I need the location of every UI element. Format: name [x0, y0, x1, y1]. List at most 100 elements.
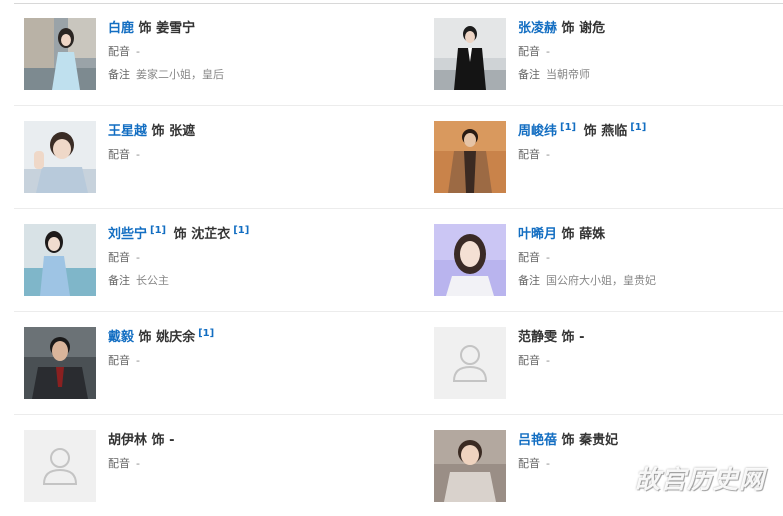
role-name: 燕临 — [601, 124, 628, 139]
dub-label: 配音 — [108, 148, 130, 161]
actor-link[interactable]: 叶晞月 — [518, 227, 557, 242]
note-line: 备注 当朝帝师 — [518, 67, 783, 83]
as-label: 饰 — [583, 124, 597, 139]
row-divider — [14, 414, 783, 415]
actor-photo[interactable] — [24, 224, 96, 296]
dub-label: 配音 — [518, 457, 540, 470]
note-label: 备注 — [518, 274, 540, 287]
note-line: 备注 姜家二小姐，皇后 — [108, 67, 378, 83]
reference-link[interactable]: [1] — [233, 225, 249, 236]
note-value: 国公府大小姐，皇贵妃 — [546, 274, 656, 287]
cast-name-line: 叶晞月 饰 薛姝 — [518, 226, 783, 244]
dub-value: - — [546, 354, 550, 367]
dub-value: - — [136, 45, 140, 58]
actor-photo[interactable] — [434, 430, 506, 502]
dub-line: 配音 - — [108, 353, 378, 369]
dub-value: - — [546, 45, 550, 58]
cast-card: 白鹿 饰 姜雪宁 配音 - 备注 姜家二小姐，皇后 — [24, 18, 384, 98]
actor-name: 胡伊林 — [108, 433, 148, 448]
cast-row: 白鹿 饰 姜雪宁 配音 - 备注 姜家二小姐，皇后 张凌赫 饰 谢危 配音 - … — [14, 4, 783, 107]
reference-link[interactable]: [1] — [560, 122, 576, 133]
actor-photo[interactable] — [24, 327, 96, 399]
row-divider — [14, 311, 783, 312]
actor-link[interactable]: 王星越 — [108, 124, 147, 139]
dub-label: 配音 — [108, 457, 130, 470]
actor-photo[interactable] — [434, 121, 506, 193]
role-name: 张遮 — [169, 124, 196, 139]
note-label: 备注 — [108, 68, 130, 81]
cast-row: 戴毅 饰 姚庆余 [1] 配音 - 范静雯 饰 - 配音 - — [14, 313, 783, 416]
reference-link[interactable]: [1] — [150, 225, 166, 236]
actor-photo[interactable] — [434, 18, 506, 90]
avatar-placeholder-icon — [434, 327, 506, 399]
reference-link[interactable]: [1] — [630, 122, 646, 133]
dub-line: 配音 - — [108, 250, 378, 266]
note-line: 备注 长公主 — [108, 273, 378, 289]
actor-photo[interactable] — [24, 121, 96, 193]
dub-label: 配音 — [518, 354, 540, 367]
cast-name-line: 张凌赫 饰 谢危 — [518, 20, 783, 38]
actor-name: 范静雯 — [518, 330, 558, 345]
actor-link[interactable]: 白鹿 — [108, 21, 134, 36]
actor-photo[interactable] — [24, 18, 96, 90]
role-name: 秦贵妃 — [579, 433, 619, 448]
dub-value: - — [136, 457, 140, 470]
role-name: 姜雪宁 — [156, 21, 196, 36]
dub-value: - — [546, 251, 550, 264]
as-label: 饰 — [151, 124, 165, 139]
avatar-placeholder-icon — [24, 430, 96, 502]
dub-label: 配音 — [108, 45, 130, 58]
cast-name-line: 刘些宁 [1] 饰 沈芷衣 [1] — [108, 225, 378, 244]
cast-card: 胡伊林 饰 - 配音 - — [24, 430, 384, 510]
dub-line: 配音 - — [518, 250, 783, 266]
dub-line: 配音 - — [108, 147, 378, 163]
role-name: 沈芷衣 — [191, 227, 231, 242]
row-divider — [14, 105, 783, 106]
role-name: - — [579, 330, 585, 345]
note-label: 备注 — [108, 274, 130, 287]
dub-line: 配音 - — [518, 44, 783, 60]
note-label: 备注 — [518, 68, 540, 81]
dub-value: - — [546, 148, 550, 161]
dub-label: 配音 — [108, 251, 130, 264]
actor-link[interactable]: 刘些宁 — [108, 227, 147, 242]
actor-link[interactable]: 周峻纬 — [518, 124, 557, 139]
dub-line: 配音 - — [518, 353, 783, 369]
dub-label: 配音 — [518, 45, 540, 58]
role-name: 姚庆余 — [156, 330, 196, 345]
as-label: 饰 — [561, 227, 575, 242]
reference-link[interactable]: [1] — [198, 328, 214, 339]
dub-label: 配音 — [518, 251, 540, 264]
note-line: 备注 国公府大小姐，皇贵妃 — [518, 273, 783, 289]
cast-row: 刘些宁[1] 饰 沈芷衣[1] 配音- 备注长公主 叶晞月 饰 薛姝 配 — [14, 210, 783, 313]
site-watermark: 故宫历史网 — [634, 465, 765, 494]
as-label: 饰 — [561, 330, 575, 345]
actor-photo[interactable] — [434, 224, 506, 296]
note-value: 姜家二小姐，皇后 — [136, 68, 224, 81]
cast-card: 周峻纬 [1] 饰 燕临 [1] 配音 - — [434, 121, 783, 201]
actor-link[interactable]: 张凌赫 — [518, 21, 557, 36]
dub-line: 配音 - — [518, 147, 783, 163]
cast-card: 张凌赫 饰 谢危 配音 - 备注 当朝帝师 — [434, 18, 783, 98]
as-label: 饰 — [151, 433, 165, 448]
cast-name-line: 王星越 饰 张遮 — [108, 123, 378, 141]
dub-line: 配音 - — [108, 456, 378, 472]
dub-line: 配音 - — [108, 44, 378, 60]
actor-link[interactable]: 戴毅 — [108, 330, 134, 345]
cast-name-line: 周峻纬 [1] 饰 燕临 [1] — [518, 122, 783, 141]
cast-row: 王星越 饰 张遮 配音 - 周峻纬 [1] 饰 燕临 [1] 配音 - — [14, 107, 783, 210]
cast-card: 叶晞月 饰 薛姝 配音 - 备注 国公府大小姐，皇贵妃 — [434, 224, 783, 304]
cast-card: 范静雯 饰 - 配音 - — [434, 327, 783, 407]
cast-card: 王星越 饰 张遮 配音 - — [24, 121, 384, 201]
cast-name-line: 吕艳蓓 饰 秦贵妃 — [518, 432, 783, 450]
dub-label: 配音 — [108, 354, 130, 367]
as-label: 饰 — [138, 330, 152, 345]
as-label: 饰 — [561, 21, 575, 36]
dub-value: - — [136, 251, 140, 264]
cast-name-line: 白鹿 饰 姜雪宁 — [108, 20, 378, 38]
role-name: - — [169, 433, 175, 448]
role-name: 薛姝 — [579, 227, 606, 242]
actor-link[interactable]: 吕艳蓓 — [518, 433, 557, 448]
role-name: 谢危 — [579, 21, 606, 36]
cast-name-line: 戴毅 饰 姚庆余 [1] — [108, 328, 378, 347]
